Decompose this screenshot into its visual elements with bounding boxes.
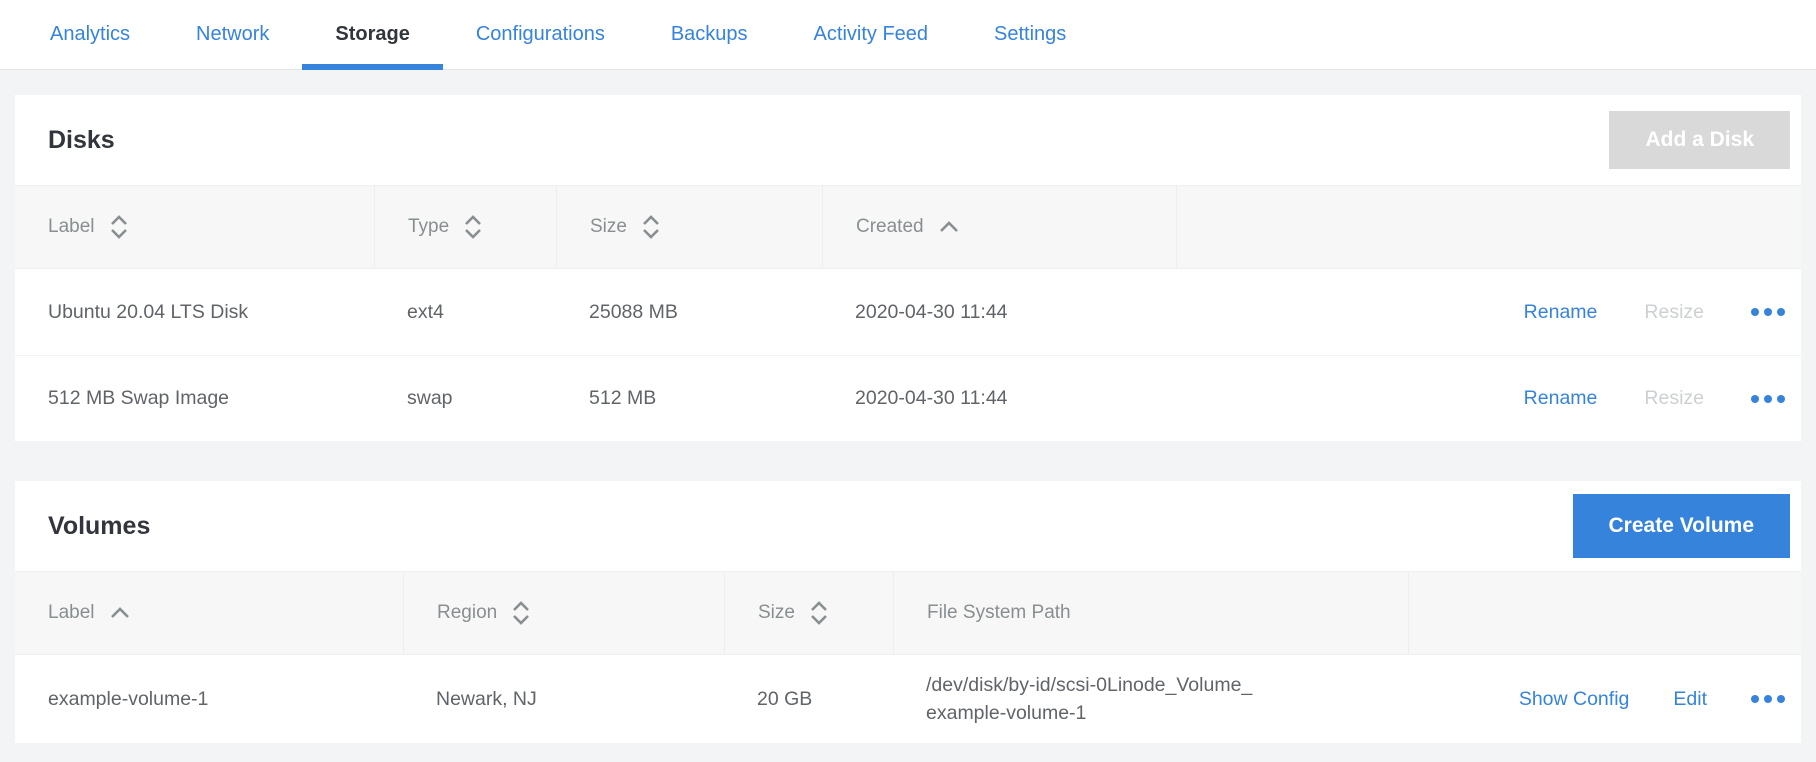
disk-size: 25088 MB <box>556 301 822 324</box>
disk-row: 512 MB Swap Image swap 512 MB 2020-04-30… <box>15 355 1801 441</box>
volumes-col-actions <box>1408 572 1801 654</box>
chevron-up-down-icon <box>808 600 830 626</box>
disks-col-size: Size <box>590 216 627 238</box>
rename-disk-button[interactable]: Rename <box>1524 301 1598 324</box>
volumes-sort-size[interactable]: Size <box>724 572 893 654</box>
disks-sort-size[interactable]: Size <box>556 186 822 268</box>
volumes-sort-region[interactable]: Region <box>403 572 724 654</box>
disk-created: 2020-04-30 11:44 <box>822 301 1176 324</box>
disks-col-label: Label <box>48 216 95 238</box>
chevron-up-down-icon <box>510 600 532 626</box>
volumes-panel: Volumes Create Volume Label Region Size … <box>15 481 1801 743</box>
rename-disk-button[interactable]: Rename <box>1524 387 1598 410</box>
disks-col-type: Type <box>408 216 449 238</box>
add-a-disk-button[interactable]: Add a Disk <box>1609 111 1790 169</box>
disks-sort-created[interactable]: Created <box>822 186 1176 268</box>
chevron-up-icon <box>108 606 132 621</box>
disks-table-header: Label Type Size Created <box>15 185 1801 269</box>
volumes-col-path: File System Path <box>893 572 1408 654</box>
disk-row-actions: Rename Resize <box>1176 387 1801 410</box>
disk-row-actions: Rename Resize <box>1176 301 1801 324</box>
volumes-sort-label[interactable]: Label <box>15 572 403 654</box>
volume-path-text: /dev/disk/by-id/scsi-0Linode_Volume_exam… <box>926 671 1258 728</box>
tab-configurations[interactable]: Configurations <box>443 0 638 69</box>
tab-settings[interactable]: Settings <box>961 0 1099 69</box>
chevron-up-down-icon <box>640 214 662 240</box>
volume-path: /dev/disk/by-id/scsi-0Linode_Volume_exam… <box>893 671 1408 728</box>
disks-sort-label[interactable]: Label <box>15 186 374 268</box>
ellipsis-menu-icon[interactable] <box>1751 689 1785 709</box>
volumes-col-label: Label <box>48 602 95 624</box>
disk-type: ext4 <box>374 301 556 324</box>
disks-sort-type[interactable]: Type <box>374 186 556 268</box>
volumes-title: Volumes <box>48 512 150 541</box>
chevron-up-down-icon <box>462 214 484 240</box>
resize-disk-button[interactable]: Resize <box>1644 387 1704 410</box>
disk-type: swap <box>374 387 556 410</box>
tab-backups[interactable]: Backups <box>638 0 781 69</box>
disks-col-actions <box>1176 186 1801 268</box>
volumes-col-path-label: File System Path <box>927 602 1071 624</box>
edit-volume-button[interactable]: Edit <box>1673 688 1707 711</box>
disks-title: Disks <box>48 126 115 155</box>
tab-activity-feed[interactable]: Activity Feed <box>781 0 961 69</box>
volume-row-actions: Show Config Edit <box>1408 688 1801 711</box>
disk-label: Ubuntu 20.04 LTS Disk <box>15 301 374 324</box>
volume-region: Newark, NJ <box>403 688 724 711</box>
volumes-col-size: Size <box>758 602 795 624</box>
chevron-up-down-icon <box>108 214 130 240</box>
volumes-col-region: Region <box>437 602 497 624</box>
create-volume-button[interactable]: Create Volume <box>1573 494 1791 558</box>
volume-size: 20 GB <box>724 688 893 711</box>
tab-storage[interactable]: Storage <box>302 0 442 69</box>
disk-row: Ubuntu 20.04 LTS Disk ext4 25088 MB 2020… <box>15 269 1801 355</box>
tab-analytics[interactable]: Analytics <box>17 0 163 69</box>
disks-col-created: Created <box>856 216 924 238</box>
volume-label: example-volume-1 <box>15 688 403 711</box>
disk-label: 512 MB Swap Image <box>15 387 374 410</box>
chevron-up-icon <box>937 220 961 235</box>
volumes-table-header: Label Region Size File System Path <box>15 571 1801 655</box>
volume-row: example-volume-1 Newark, NJ 20 GB /dev/d… <box>15 655 1801 743</box>
disks-header: Disks Add a Disk <box>15 95 1801 185</box>
disks-panel: Disks Add a Disk Label Type Size C <box>15 95 1801 441</box>
disk-size: 512 MB <box>556 387 822 410</box>
tab-network[interactable]: Network <box>163 0 302 69</box>
linode-detail-tabbar: Analytics Network Storage Configurations… <box>0 0 1816 70</box>
show-config-button[interactable]: Show Config <box>1519 688 1630 711</box>
disk-created: 2020-04-30 11:44 <box>822 387 1176 410</box>
ellipsis-menu-icon[interactable] <box>1751 302 1785 322</box>
volumes-header: Volumes Create Volume <box>15 481 1801 571</box>
ellipsis-menu-icon[interactable] <box>1751 389 1785 409</box>
resize-disk-button[interactable]: Resize <box>1644 301 1704 324</box>
